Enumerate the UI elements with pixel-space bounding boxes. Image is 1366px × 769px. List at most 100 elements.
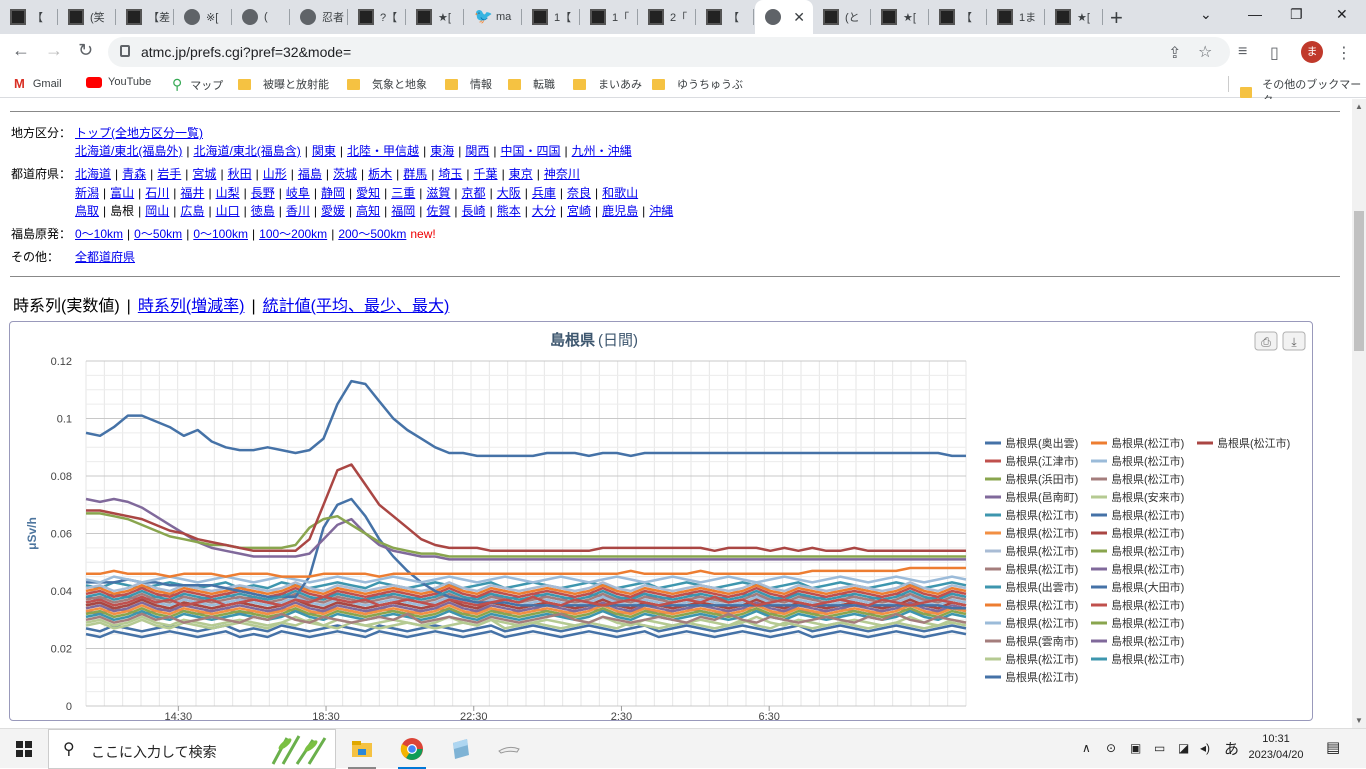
pref-link[interactable]: 山形 bbox=[263, 167, 287, 181]
browser-tab[interactable]: ★[ bbox=[1045, 0, 1103, 34]
minimize-icon[interactable]: — bbox=[1248, 6, 1262, 22]
region-link[interactable]: 北海道/東北(福島外) bbox=[75, 144, 182, 158]
legend-item[interactable]: 島根県(松江市) bbox=[1005, 670, 1078, 684]
legend-item[interactable]: 島根県(松江市) bbox=[1005, 652, 1078, 666]
legend-item[interactable]: 島根県(松江市) bbox=[1111, 598, 1184, 612]
region-link[interactable]: 関西 bbox=[465, 144, 489, 158]
all-prefs-link[interactable]: 全都道府県 bbox=[75, 250, 135, 264]
browser-tab[interactable]: 1【 bbox=[522, 0, 580, 34]
scroll-up-icon[interactable]: ▲ bbox=[1355, 102, 1363, 111]
bookmark-item[interactable]: まいあみ bbox=[573, 76, 642, 92]
browser-tab[interactable]: ★[ bbox=[871, 0, 929, 34]
back-icon[interactable]: ← bbox=[12, 40, 30, 61]
legend-item[interactable]: 島根県(松江市) bbox=[1111, 526, 1184, 540]
browser-tab[interactable]: ?【 bbox=[348, 0, 406, 34]
fukushima-distance-link[interactable]: 200〜500km bbox=[338, 227, 406, 241]
pref-link[interactable]: 福岡 bbox=[391, 204, 415, 218]
fukushima-distance-link[interactable]: 0〜50km bbox=[134, 227, 182, 241]
legend-item[interactable]: 島根県(松江市) bbox=[1111, 454, 1184, 468]
new-tab-icon[interactable]: + bbox=[1110, 5, 1123, 31]
legend-item[interactable]: 島根県(出雲市) bbox=[1005, 580, 1078, 594]
pref-link[interactable]: 高知 bbox=[356, 204, 380, 218]
page-scrollbar[interactable]: ▲ ▼ bbox=[1352, 99, 1366, 728]
legend-item[interactable]: 島根県(邑南町) bbox=[1005, 490, 1078, 504]
window-close-icon[interactable]: ✕ bbox=[1336, 6, 1348, 23]
browser-tab[interactable]: ★[ bbox=[406, 0, 464, 34]
pref-link[interactable]: 愛知 bbox=[356, 186, 380, 200]
browser-tab[interactable]: 【 bbox=[696, 0, 754, 34]
browser-tab[interactable]: 🐦 ma bbox=[464, 0, 522, 34]
legend-item[interactable]: 島根県(大田市) bbox=[1111, 580, 1184, 594]
fukushima-distance-link[interactable]: 0〜100km bbox=[193, 227, 248, 241]
pref-link[interactable]: 北海道 bbox=[75, 167, 111, 181]
pref-link[interactable]: 長崎 bbox=[462, 204, 486, 218]
browser-tab[interactable]: (笑 bbox=[58, 0, 116, 34]
browser-tab[interactable]: 【差 bbox=[116, 0, 174, 34]
pref-link[interactable]: 大分 bbox=[532, 204, 556, 218]
ime-indicator[interactable]: あ bbox=[1224, 738, 1239, 759]
browser-tab[interactable]: 忍者 bbox=[290, 0, 348, 34]
view-tab-statistics[interactable]: 統計値(平均、最少、最大) bbox=[263, 298, 450, 315]
legend-item[interactable]: 島根県(松江市) bbox=[1005, 598, 1078, 612]
pref-link[interactable]: 徳島 bbox=[251, 204, 275, 218]
pref-link[interactable]: 大阪 bbox=[497, 186, 521, 200]
pref-link[interactable]: 青森 bbox=[122, 167, 146, 181]
pref-link[interactable]: 石川 bbox=[145, 186, 169, 200]
volume-icon[interactable]: ◂) bbox=[1200, 741, 1210, 755]
pref-link[interactable]: 岐阜 bbox=[286, 186, 310, 200]
region-top-link[interactable]: トップ(全地方区分一覧) bbox=[75, 126, 203, 140]
region-link[interactable]: 東海 bbox=[430, 144, 454, 158]
pref-link[interactable]: 福井 bbox=[180, 186, 204, 200]
pref-link[interactable]: 奈良 bbox=[567, 186, 591, 200]
reading-list-icon[interactable]: ≡ bbox=[1238, 43, 1247, 61]
legend-item[interactable]: 島根県(雲南市) bbox=[1005, 634, 1078, 648]
pref-link[interactable]: 山口 bbox=[216, 204, 240, 218]
pref-link[interactable]: 千葉 bbox=[474, 167, 498, 181]
browser-tab[interactable]: 【 bbox=[0, 0, 58, 34]
browser-tab[interactable]: 1ま bbox=[987, 0, 1045, 34]
share-icon[interactable]: ⇪ bbox=[1168, 43, 1181, 63]
legend-item[interactable]: 島根県(松江市) bbox=[1111, 634, 1184, 648]
pref-link[interactable]: 岩手 bbox=[157, 167, 181, 181]
legend-item[interactable]: 島根県(松江市) bbox=[1111, 544, 1184, 558]
legend-item[interactable]: 島根県(安来市) bbox=[1111, 490, 1184, 504]
tray-meet-icon[interactable]: ⊙ bbox=[1106, 741, 1116, 755]
bookmark-item[interactable]: 被曝と放射能 bbox=[238, 76, 329, 92]
pref-link[interactable]: 岡山 bbox=[145, 204, 169, 218]
pref-link[interactable]: 佐賀 bbox=[426, 204, 450, 218]
pref-link[interactable]: 広島 bbox=[180, 204, 204, 218]
pref-link[interactable]: 愛媛 bbox=[321, 204, 345, 218]
taskbar-search[interactable]: ⚲ ここに入力して検索 bbox=[48, 729, 336, 769]
pref-link[interactable]: 山梨 bbox=[216, 186, 240, 200]
tray-overflow-icon[interactable]: ∧ bbox=[1082, 741, 1091, 755]
legend-item[interactable]: 島根県(松江市) bbox=[1005, 508, 1078, 522]
scroll-thumb[interactable] bbox=[1354, 211, 1364, 351]
bookmark-item[interactable]: ゆうちゅうぶ bbox=[652, 76, 743, 92]
pref-link[interactable]: 埼玉 bbox=[438, 167, 462, 181]
bookmark-star-icon[interactable]: ☆ bbox=[1198, 42, 1212, 62]
pref-link[interactable]: 福島 bbox=[298, 167, 322, 181]
region-link[interactable]: 北海道/東北(福島含) bbox=[193, 144, 300, 158]
region-link[interactable]: 九州・沖縄 bbox=[572, 144, 632, 158]
pref-link[interactable]: 長野 bbox=[251, 186, 275, 200]
bookmark-item[interactable]: 情報 bbox=[445, 76, 492, 92]
close-tab-icon[interactable]: ✕ bbox=[793, 9, 805, 26]
tray-device-icon[interactable]: ▣ bbox=[1130, 741, 1141, 755]
windows-start-icon[interactable] bbox=[16, 741, 32, 757]
pref-link[interactable]: 茨城 bbox=[333, 167, 357, 181]
legend-item[interactable]: 島根県(松江市) bbox=[1111, 652, 1184, 666]
legend-item[interactable]: 島根県(松江市) bbox=[1111, 508, 1184, 522]
reload-icon[interactable]: ↻ bbox=[78, 40, 93, 61]
bookmark-item[interactable]: M Gmail bbox=[14, 76, 62, 91]
legend-item[interactable]: 島根県(松江市) bbox=[1111, 472, 1184, 486]
pref-link[interactable]: 滋賀 bbox=[426, 186, 450, 200]
legend-item[interactable]: 島根県(松江市) bbox=[1111, 616, 1184, 630]
pref-link[interactable]: 富山 bbox=[110, 186, 134, 200]
pref-link[interactable]: 神奈川 bbox=[544, 167, 580, 181]
app-icon[interactable] bbox=[497, 737, 521, 761]
legend-item[interactable]: 島根県(松江市) bbox=[1005, 562, 1078, 576]
forward-icon[interactable]: → bbox=[45, 40, 63, 61]
notepad-icon[interactable] bbox=[449, 737, 473, 761]
pref-link[interactable]: 静岡 bbox=[321, 186, 345, 200]
legend-item[interactable]: 島根県(奥出雲) bbox=[1005, 436, 1078, 450]
